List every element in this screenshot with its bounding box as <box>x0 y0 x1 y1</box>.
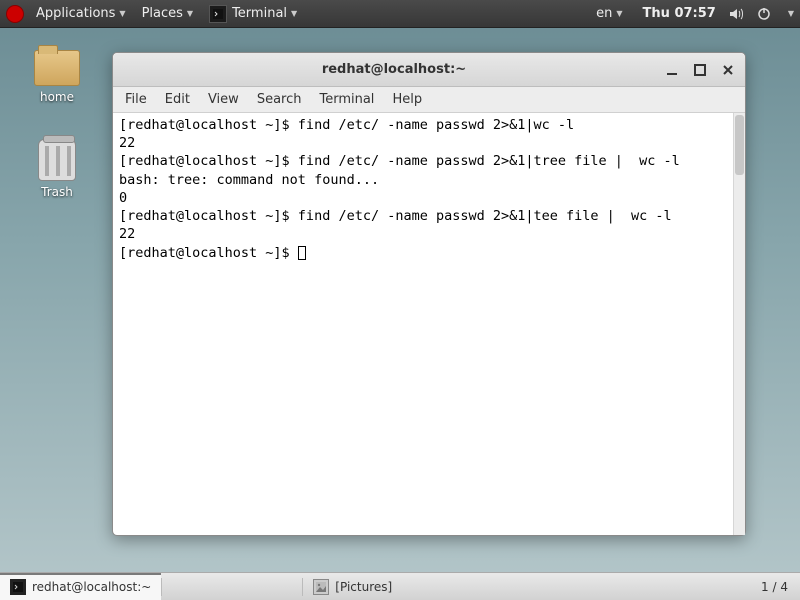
window-menubar: File Edit View Search Terminal Help <box>113 87 745 113</box>
desktop-icons: home Trash <box>25 50 89 199</box>
clock-label[interactable]: Thu 07:57 <box>643 6 716 21</box>
close-button[interactable] <box>721 63 735 77</box>
terminal-icon <box>209 5 227 23</box>
terminal-line: bash: tree: command not found... <box>119 172 379 188</box>
desktop-icon-label: Trash <box>41 185 73 199</box>
chevron-down-icon: ▼ <box>616 9 622 18</box>
folder-icon <box>34 50 80 86</box>
desktop-icon-label: home <box>40 90 74 104</box>
menu-edit[interactable]: Edit <box>165 92 190 107</box>
input-language-indicator[interactable]: en ▼ <box>588 6 630 21</box>
chevron-down-icon: ▼ <box>291 9 297 18</box>
terminal-line: [redhat@localhost ~]$ find /etc/ -name p… <box>119 208 672 224</box>
bottom-taskbar: redhat@localhost:~ [Pictures] 1 / 4 <box>0 572 800 600</box>
workspace-indicator[interactable]: 1 / 4 <box>749 580 800 594</box>
distro-logo-icon <box>6 5 24 23</box>
volume-icon[interactable] <box>728 6 744 22</box>
desktop-icon-home[interactable]: home <box>25 50 89 104</box>
maximize-button[interactable] <box>693 63 707 77</box>
active-app-label: Terminal <box>232 6 287 21</box>
places-label: Places <box>142 6 183 21</box>
terminal-line: [redhat@localhost ~]$ find /etc/ -name p… <box>119 153 680 169</box>
top-right-status: en ▼ Thu 07:57 ▼ <box>588 6 794 22</box>
power-icon[interactable] <box>756 6 772 22</box>
minimize-button[interactable] <box>665 63 679 77</box>
terminal-body: [redhat@localhost ~]$ find /etc/ -name p… <box>113 113 745 535</box>
terminal-line: 22 <box>119 135 135 151</box>
desktop-icon-trash[interactable]: Trash <box>25 139 89 199</box>
terminal-line: 22 <box>119 226 135 242</box>
chevron-down-icon: ▼ <box>187 9 193 18</box>
menu-search[interactable]: Search <box>257 92 302 107</box>
menu-help[interactable]: Help <box>392 92 422 107</box>
folder-icon <box>313 579 329 595</box>
taskbar-separator <box>161 578 162 596</box>
terminal-line: 0 <box>119 190 127 206</box>
terminal-content[interactable]: [redhat@localhost ~]$ find /etc/ -name p… <box>113 113 733 535</box>
workspace-label: 1 / 4 <box>761 580 788 594</box>
top-panel: Applications ▼ Places ▼ Terminal ▼ en ▼ … <box>0 0 800 28</box>
terminal-line: [redhat@localhost ~]$ find /etc/ -name p… <box>119 117 574 133</box>
scrollbar-thumb[interactable] <box>735 115 744 175</box>
applications-label: Applications <box>36 6 115 21</box>
window-title: redhat@localhost:~ <box>123 62 665 77</box>
taskbar-item-terminal[interactable]: redhat@localhost:~ <box>0 573 161 600</box>
menu-terminal[interactable]: Terminal <box>319 92 374 107</box>
terminal-window: redhat@localhost:~ File Edit View Search… <box>112 52 746 536</box>
terminal-icon <box>10 579 26 595</box>
window-controls <box>665 63 735 77</box>
applications-menu[interactable]: Applications ▼ <box>28 0 134 27</box>
trash-icon <box>38 139 76 181</box>
taskbar-item-label: redhat@localhost:~ <box>32 580 151 594</box>
chevron-down-icon: ▼ <box>788 9 794 18</box>
terminal-prompt: [redhat@localhost ~]$ <box>119 245 298 261</box>
window-titlebar[interactable]: redhat@localhost:~ <box>113 53 745 87</box>
menu-file[interactable]: File <box>125 92 147 107</box>
active-app-menu[interactable]: Terminal ▼ <box>201 0 305 27</box>
places-menu[interactable]: Places ▼ <box>134 0 202 27</box>
menu-view[interactable]: View <box>208 92 239 107</box>
terminal-scrollbar[interactable] <box>733 113 745 535</box>
terminal-cursor <box>298 246 306 260</box>
taskbar-item-label: [Pictures] <box>335 580 392 594</box>
chevron-down-icon: ▼ <box>119 9 125 18</box>
taskbar-item-pictures[interactable]: [Pictures] <box>303 573 402 600</box>
language-label: en <box>596 6 612 21</box>
